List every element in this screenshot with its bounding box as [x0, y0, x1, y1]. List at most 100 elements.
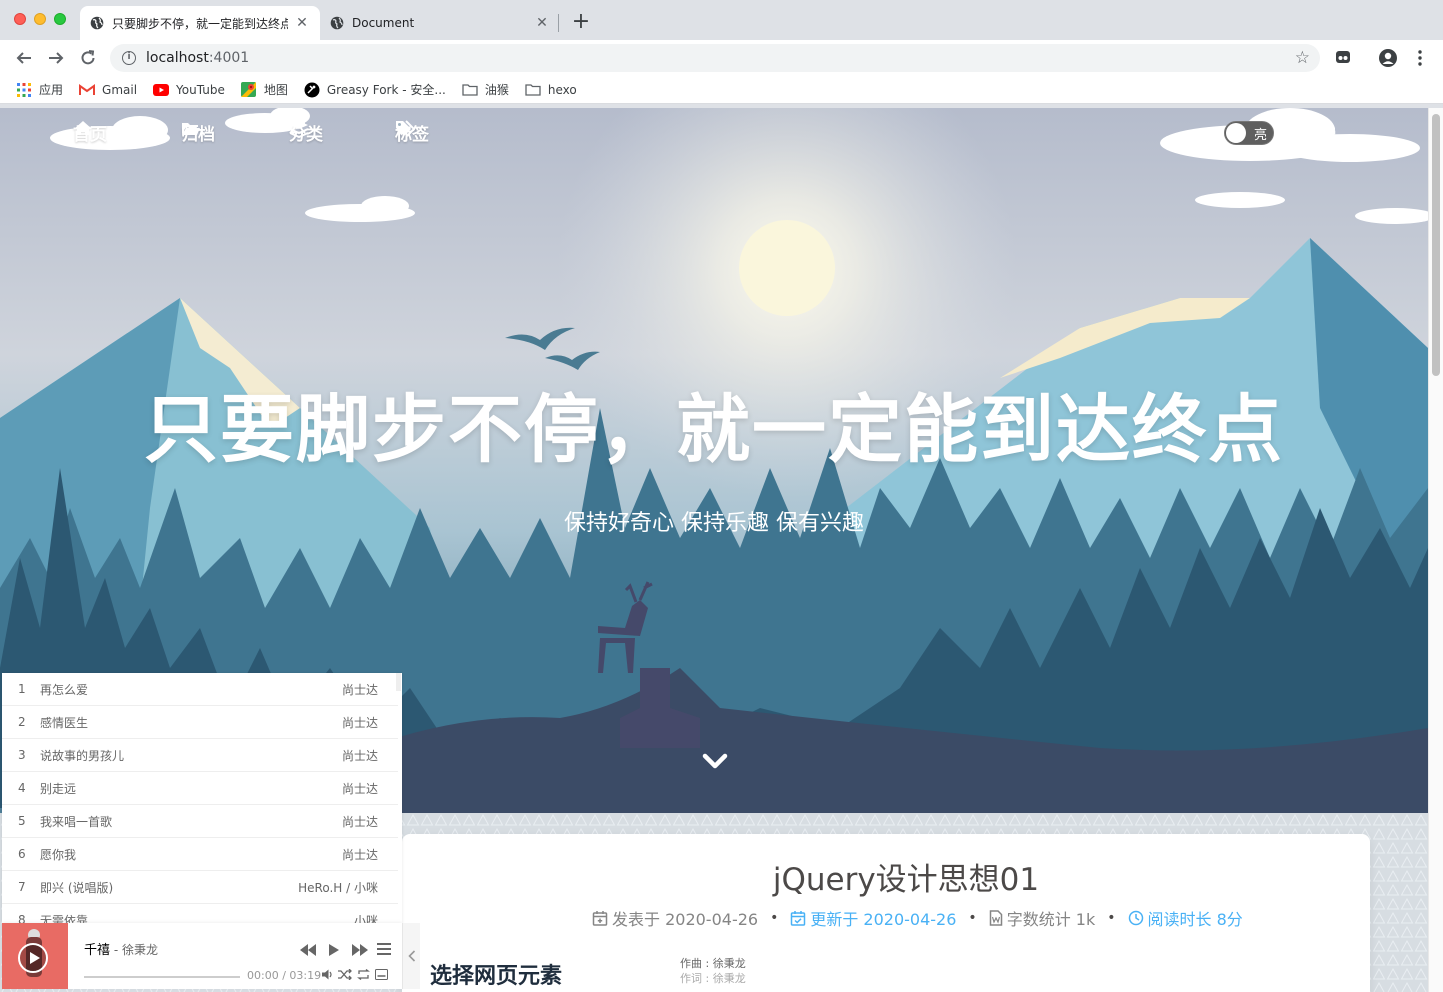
file-word-icon [989, 910, 1002, 926]
time-display: 00:00 / 03:19 [247, 969, 322, 982]
previous-button[interactable] [300, 941, 316, 960]
playlist-item[interactable]: 3 说故事的男孩儿 尚士达 [2, 739, 398, 772]
post-wordcount-text: 字数统计 1k [1006, 910, 1096, 929]
track-title: 即兴 (说唱版) [40, 880, 114, 895]
new-tab-button[interactable]: + [570, 9, 592, 35]
nav-home[interactable]: 首页 [73, 120, 107, 145]
shuffle-icon[interactable] [338, 969, 352, 980]
bookmark-gmail[interactable]: Gmail [79, 82, 137, 98]
playlist-scrollbar[interactable] [396, 673, 401, 691]
back-button[interactable] [13, 47, 35, 69]
repeat-icon[interactable] [357, 969, 370, 980]
post-updated: 更新于 2020-04-26 [790, 906, 956, 930]
page-scrollbar[interactable] [1428, 108, 1443, 992]
lyrics-icon[interactable] [375, 969, 388, 980]
search-icon [1296, 121, 1313, 138]
volume-icon[interactable] [322, 969, 333, 980]
reload-button[interactable] [77, 47, 99, 69]
profile-avatar-icon[interactable] [1378, 48, 1398, 72]
track-artist: 尚士达 [341, 682, 378, 697]
play-button[interactable] [328, 941, 340, 960]
nav-tags[interactable]: 标签 [395, 120, 429, 145]
nav-search[interactable]: 搜索 [1296, 121, 1336, 146]
album-cover[interactable] [2, 923, 68, 989]
playlist-item[interactable]: 2 感情医生 尚士达 [2, 706, 398, 739]
menu-kebab-icon[interactable] [1412, 48, 1428, 72]
url-host: localhost [146, 50, 209, 66]
bookmark-folder-hexo[interactable]: hexo [525, 82, 577, 98]
arrow-left-icon [16, 52, 31, 64]
next-button[interactable] [352, 941, 368, 960]
playlist-item[interactable]: 4 别走远 尚士达 [2, 772, 398, 805]
info-icon[interactable]: i [122, 51, 136, 65]
post-section-heading: 选择网页元素 [430, 964, 563, 989]
track-title: 别走远 [40, 781, 77, 796]
tab-document[interactable]: Document ✕ [320, 6, 560, 40]
clock-icon [1128, 910, 1143, 926]
post-updated-text: 更新于 2020-04-26 [810, 910, 957, 929]
post-wordcount: 字数统计 1k [989, 906, 1096, 930]
bookmark-star-icon[interactable]: ☆ [1295, 48, 1310, 68]
bookmark-label: 地图 [263, 83, 288, 97]
tab-close-icon[interactable]: ✕ [534, 15, 550, 31]
address-bar[interactable]: i localhost:4001 ☆ [110, 44, 1320, 72]
music-playlist: 1 再怎么爱 尚士达 2 感情医生 尚士达 3 说故事的男孩儿 尚士达 4 别走远 尚士达 5我… [2, 673, 402, 923]
track-title: 说故事的男孩儿 [40, 748, 125, 763]
track-number: 4 [18, 781, 26, 795]
post-meta: 发表于 2020-04-26 • 更新于 2020-04-26 • 字数统计 1… [402, 906, 1370, 930]
playlist-item[interactable]: 1 再怎么爱 尚士达 [2, 673, 398, 706]
bookmark-folder-youhou[interactable]: 油猴 [462, 81, 509, 98]
tab-close-icon[interactable]: ✕ [294, 15, 310, 31]
lyric-line: 作词 : 徐秉龙 [680, 972, 746, 985]
globe-icon [330, 16, 344, 30]
nav-archive[interactable]: 归档 [181, 120, 215, 145]
skip-forward-icon [352, 944, 368, 956]
theme-toggle[interactable]: 亮 [1224, 121, 1274, 145]
bookmark-youtube[interactable]: YouTube [153, 82, 225, 98]
track-title: 我来唱一首歌 [40, 814, 113, 829]
page-viewport: 首页 归档 分类 标签 亮 搜索 只要脚步不停，就一定能到达终点 保持好奇心 保… [0, 108, 1428, 992]
layers-icon [289, 121, 309, 138]
nav-categories[interactable]: 分类 [289, 120, 323, 145]
minimize-window-button[interactable] [34, 13, 46, 25]
forward-button[interactable] [45, 47, 67, 69]
track-artist: 小咪 [353, 913, 378, 924]
playlist-item[interactable]: 6 愿你我 尚士达 [2, 838, 398, 871]
folder-icon [462, 82, 478, 98]
scroll-thumb[interactable] [1432, 114, 1440, 376]
player-lyrics: 作曲 : 徐秉龙 作词 : 徐秉龙 [680, 956, 746, 986]
tab-blog[interactable]: 只要脚步不停，就一定能到达终点 ✕ [80, 6, 320, 40]
post-title: jQuery设计思想01 [772, 862, 1040, 898]
site-title: 只要脚步不停，就一定能到达终点 [144, 387, 1284, 473]
post-published-text: 发表于 2020-04-26 [612, 910, 759, 929]
progress-bar[interactable] [84, 976, 240, 978]
bookmark-label: Greasy Fork - 安全... [326, 83, 446, 97]
track-artist: 尚士达 [341, 781, 378, 796]
maximize-window-button[interactable] [54, 13, 66, 25]
tab-bar: 只要脚步不停，就一定能到达终点 ✕ Document ✕ + [0, 0, 1443, 40]
playlist-item[interactable]: 8 无需依靠 小咪 [2, 904, 398, 923]
close-window-button[interactable] [14, 13, 26, 25]
playlist-item[interactable]: 7 即兴 (说唱版) HeRo.H / 小咪 [2, 871, 398, 904]
extension-icon[interactable] [1334, 48, 1352, 70]
skip-back-icon [300, 944, 316, 956]
playlist-toggle-button[interactable] [377, 940, 391, 959]
bookmark-greasyfork[interactable]: Greasy Fork - 安全... [304, 81, 446, 98]
playlist-item[interactable]: 5 我来唱一首歌 尚士达 [2, 805, 398, 838]
player-extra-controls [322, 969, 388, 980]
bookmark-maps[interactable]: 地图 [241, 81, 288, 98]
track-number: 5 [18, 814, 26, 828]
site-subtitle: 保持好奇心 保持乐趣 保有兴趣 [564, 511, 864, 536]
bookmark-label: YouTube [176, 82, 225, 97]
tab-separator [558, 14, 559, 32]
player-collapse-handle[interactable] [402, 923, 420, 989]
cover-play-icon[interactable] [18, 943, 48, 973]
track-artist: 尚士达 [341, 748, 378, 763]
globe-icon [90, 16, 104, 30]
song-title: 千禧 [84, 943, 111, 958]
bookmark-apps[interactable]: 应用 [16, 81, 63, 98]
greasyfork-icon [304, 82, 320, 98]
folder-open-icon [182, 123, 200, 135]
now-playing: 千禧 - 徐秉龙 [84, 939, 158, 958]
song-artist: - 徐秉龙 [110, 943, 158, 957]
